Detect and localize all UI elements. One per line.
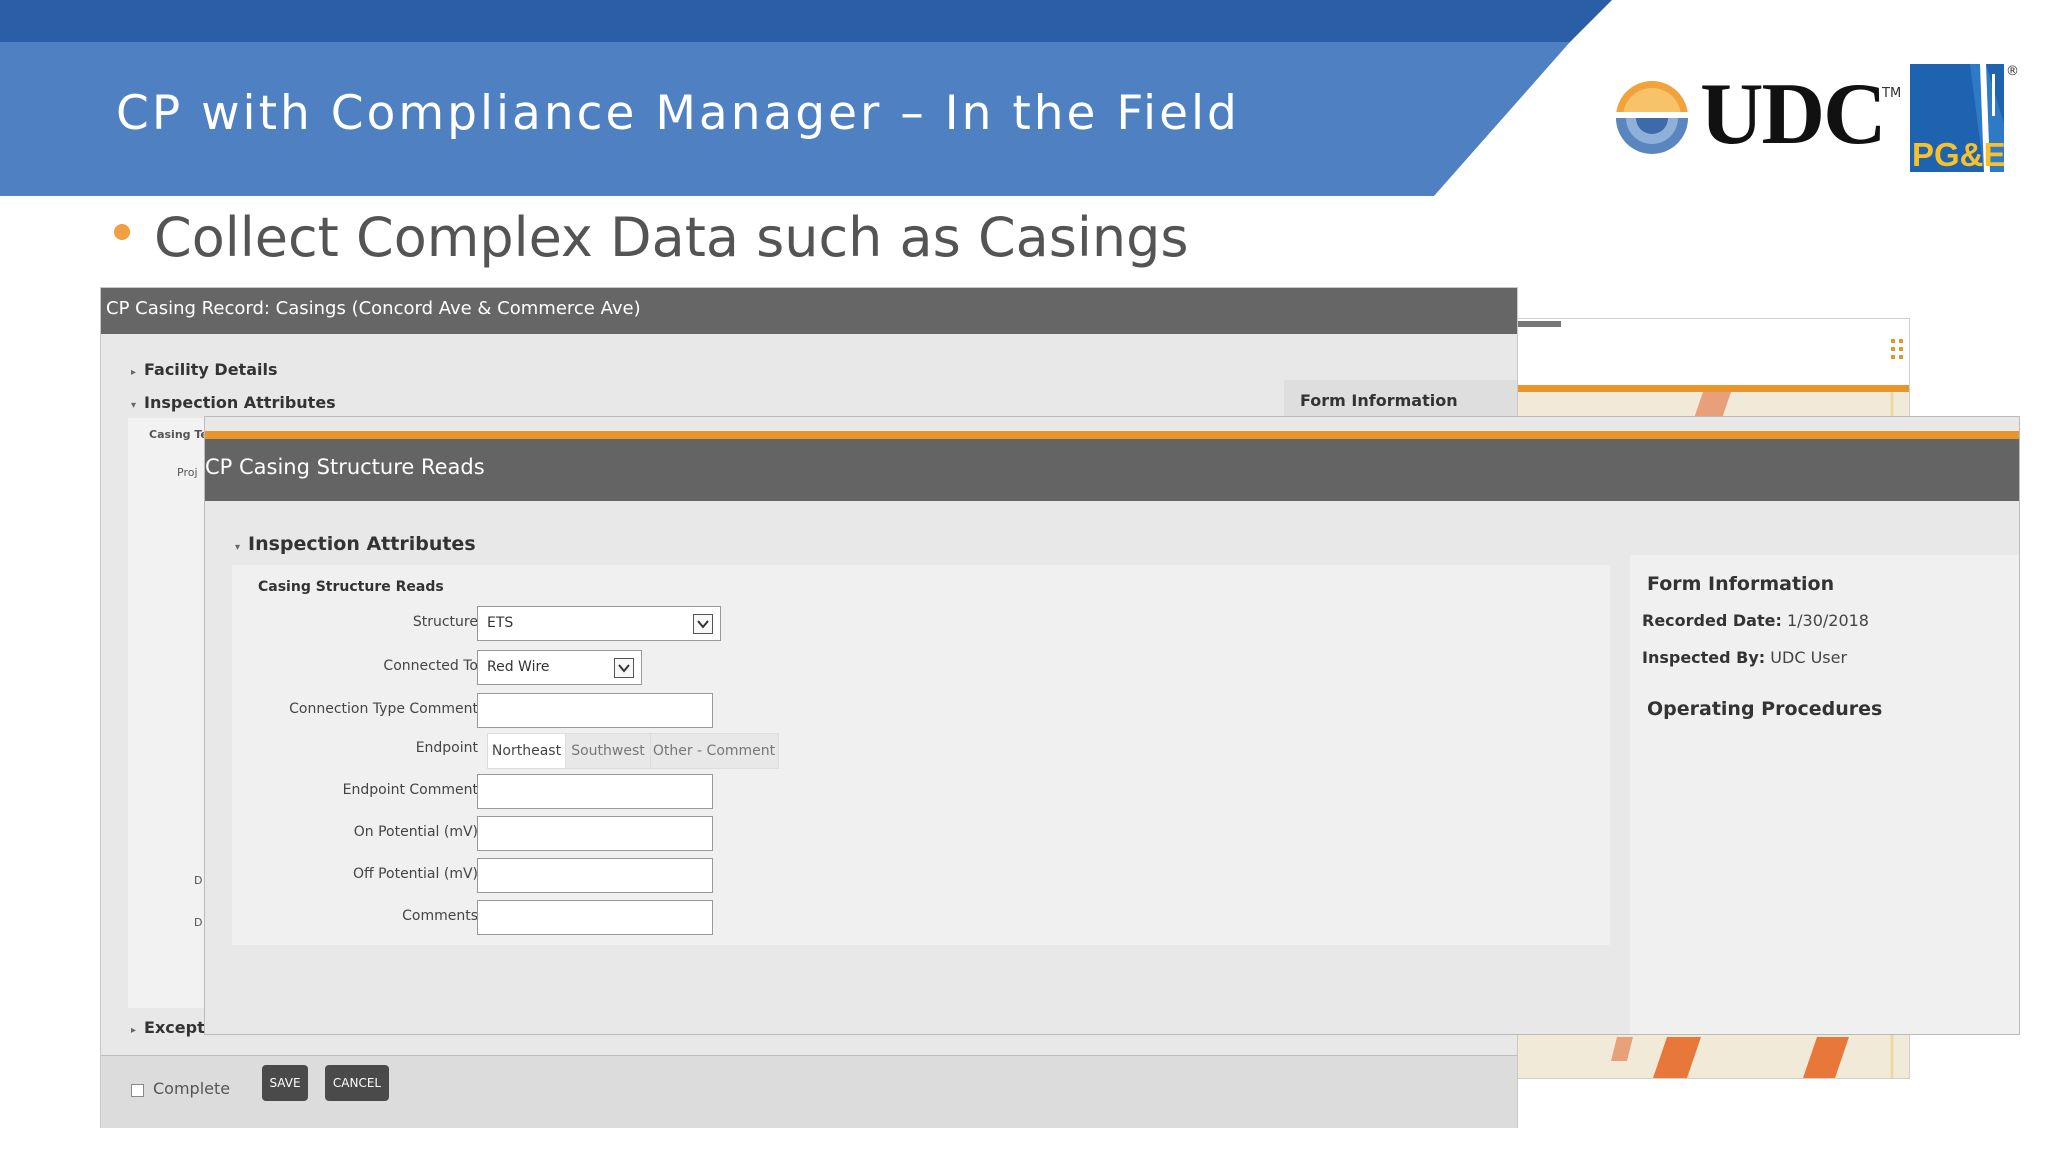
operating-procedures-heading[interactable]: Operating Procedures	[1647, 698, 1882, 720]
section-inspection-attributes[interactable]: ▾ Inspection Attributes	[235, 533, 476, 555]
chevron-down-icon[interactable]	[614, 658, 634, 678]
tree-item-inspection-attributes[interactable]: ▾ Inspection Attributes	[131, 393, 336, 412]
save-button[interactable]: SAVE	[262, 1065, 308, 1101]
caret-down-icon: ▾	[235, 542, 241, 553]
back-window-footer	[101, 1055, 1517, 1128]
comments-input[interactable]	[477, 900, 713, 935]
endpoint-option-other-comment[interactable]: Other - Comment	[651, 734, 777, 768]
endpoint-option-northeast[interactable]: Northeast	[488, 734, 566, 768]
tree-item-label: Excepti	[144, 1018, 211, 1037]
structure-value: ETS	[487, 615, 514, 631]
form-information-heading: Form Information	[1647, 573, 1835, 595]
caret-down-icon: ▾	[131, 400, 137, 411]
casing-type-partial-label: Casing Te	[149, 428, 208, 441]
udc-logo-text: UDC	[1700, 66, 1887, 163]
tree-item-label: Facility Details	[144, 360, 278, 379]
endpoint-option-southwest[interactable]: Southwest	[566, 734, 651, 768]
cancel-button[interactable]: CANCEL	[325, 1065, 389, 1101]
slide-bullet-text: Collect Complex Data such as Casings	[154, 206, 1189, 269]
tree-item-facility-details[interactable]: ▸ Facility Details	[131, 360, 277, 379]
form-information-panel: Form Information Recorded Date: 1/30/201…	[1630, 555, 2019, 1034]
recorded-date-value: 1/30/2018	[1786, 611, 1869, 630]
connected-to-label: Connected To	[383, 658, 478, 674]
casing-record-title-bar: CP Casing Record: Casings (Concord Ave &…	[101, 288, 1517, 334]
caret-right-icon: ▸	[131, 367, 137, 378]
registered-mark: ®	[2006, 64, 2019, 79]
endpoint-comment-input[interactable]	[477, 774, 713, 809]
endpoint-comment-label: Endpoint Comment	[342, 782, 478, 798]
subsection-title: Casing Structure Reads	[258, 579, 444, 595]
inspected-by-value: UDC User	[1770, 648, 1848, 667]
slide-title: CP with Compliance Manager – In the Fiel…	[116, 86, 1240, 141]
inspected-by-label: Inspected By:	[1642, 648, 1766, 667]
partial-label-d1: D	[194, 874, 203, 887]
layers-icon[interactable]	[1891, 339, 1905, 361]
casing-structure-reads-window: CP Casing Structure Reads ▾ Inspection At…	[204, 416, 2020, 1035]
on-potential-label: On Potential (mV)	[353, 824, 478, 840]
on-potential-input[interactable]	[477, 816, 713, 851]
bullet-dot	[114, 224, 130, 240]
inspected-by-row: Inspected By: UDC User	[1642, 648, 1847, 667]
recorded-date-label: Recorded Date:	[1642, 611, 1782, 630]
endpoint-segmented-control: Northeast Southwest Other - Comment	[487, 733, 779, 769]
chevron-down-icon[interactable]	[693, 614, 713, 634]
connected-to-value: Red Wire	[487, 659, 550, 675]
tree-item-label: Inspection Attributes	[144, 393, 336, 412]
connection-type-comment-input[interactable]	[477, 693, 713, 728]
pge-logo-icon: PG&E	[1910, 64, 2004, 172]
proj-partial-label: Proj	[177, 466, 198, 479]
off-potential-label: Off Potential (mV)	[352, 866, 478, 882]
off-potential-input[interactable]	[477, 858, 713, 893]
comments-label: Comments	[402, 908, 478, 924]
structure-select[interactable]: ETS	[477, 606, 721, 641]
complete-checkbox[interactable]	[131, 1084, 144, 1097]
partial-label-d2: D	[194, 916, 203, 929]
casing-structure-reads-title: CP Casing Structure Reads	[205, 455, 485, 479]
pge-logo-text: PG&E	[1912, 136, 2004, 172]
casing-structure-reads-form: Casing Structure Reads Structure ETS Con…	[232, 565, 1610, 945]
structure-label: Structure	[412, 614, 478, 630]
casing-structure-reads-title-bar: CP Casing Structure Reads	[205, 439, 2019, 501]
window-accent-bar	[205, 431, 2019, 439]
udc-sun-logo-icon	[1616, 81, 1688, 154]
endpoint-label: Endpoint	[415, 740, 478, 756]
trademark-mark: TM	[1882, 86, 1902, 101]
connected-to-select[interactable]: Red Wire	[477, 650, 642, 685]
caret-right-icon: ▸	[131, 1025, 137, 1036]
tree-item-exceptions[interactable]: ▸ Excepti	[131, 1018, 210, 1037]
casing-record-title: CP Casing Record: Casings (Concord Ave &…	[106, 298, 641, 319]
back-form-information: Form Information	[1284, 380, 1517, 420]
back-form-information-label: Form Information	[1300, 391, 1458, 410]
complete-label: Complete	[153, 1079, 231, 1098]
connection-type-comment-label: Connection Type Comment	[289, 701, 478, 717]
recorded-date-row: Recorded Date: 1/30/2018	[1642, 611, 1869, 630]
section-label: Inspection Attributes	[248, 533, 476, 555]
